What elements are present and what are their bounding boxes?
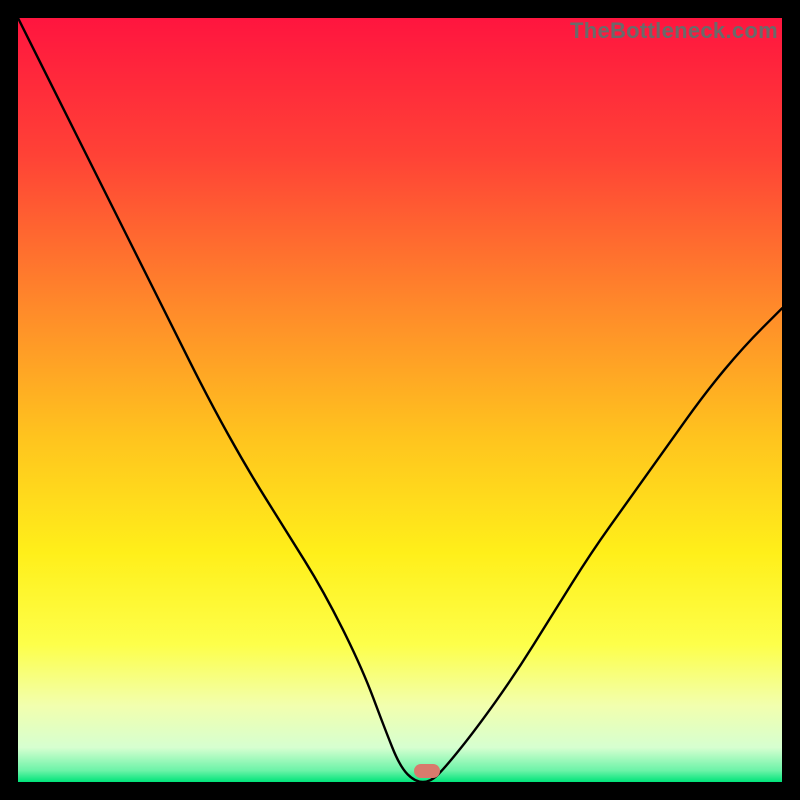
gradient-background bbox=[18, 18, 782, 782]
bottleneck-chart bbox=[18, 18, 782, 782]
watermark-text: TheBottleneck.com bbox=[570, 18, 778, 44]
chart-frame: TheBottleneck.com bbox=[18, 18, 782, 782]
optimal-point-marker bbox=[414, 764, 440, 778]
